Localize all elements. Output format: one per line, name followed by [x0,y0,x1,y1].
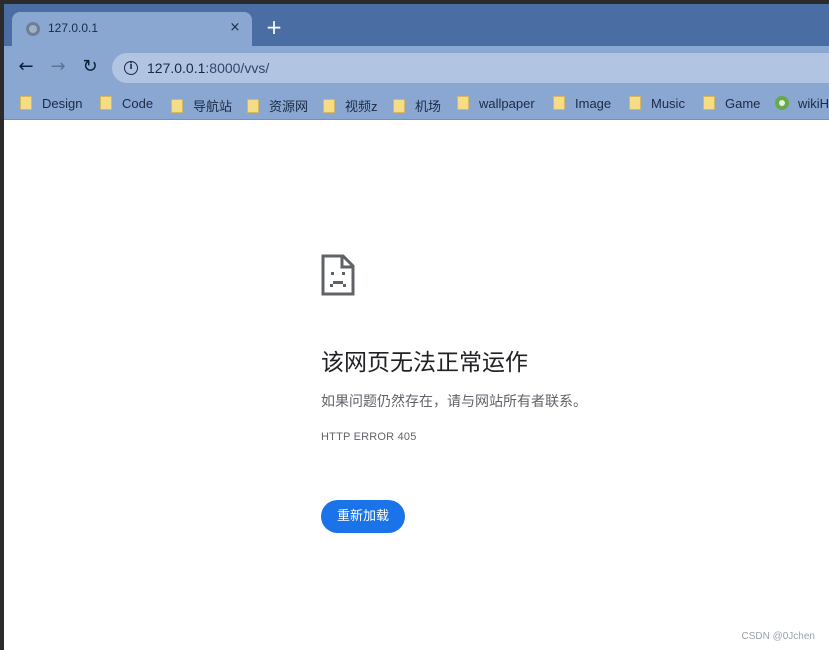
address-bar[interactable]: i 127.0.0.1:8000/vvs/ [112,53,829,83]
tab-active[interactable]: 127.0.0.1 × [12,12,252,46]
bookmark-label: Code [122,96,154,111]
reload-page-button[interactable]: 重新加载 [321,500,405,533]
back-button[interactable]: ← [14,55,38,79]
bookmark-label: wikiH [798,96,829,111]
error-code: HTTP ERROR 405 [321,431,417,443]
bookmark-video[interactable]: 视频z [323,96,378,114]
forward-button[interactable]: → [46,55,70,79]
error-description: 如果问题仍然存在，请与网站所有者联系。 [321,394,587,410]
bookmark-label: Image [575,96,612,111]
folder-icon [247,99,259,113]
bookmark-label: 资源网 [269,99,309,114]
watermark: CSDN @0Jchen [741,631,815,642]
url-text[interactable]: 127.0.0.1:8000/vvs/ [147,60,269,76]
folder-icon [703,96,715,110]
close-icon[interactable]: × [226,19,244,37]
bookmark-music[interactable]: Music [629,96,685,114]
sad-page-icon [321,254,355,296]
browser-window: 127.0.0.1 × + ← → ↻ i 127.0.0.1:8000/vvs… [4,4,829,650]
bookmark-label: Design [42,96,83,111]
bookmark-label: wallpaper [479,96,535,111]
error-page: 该网页无法正常运作 如果问题仍然存在，请与网站所有者联系。 HTTP ERROR… [4,121,829,650]
bookmark-image[interactable]: Image [553,96,611,114]
bookmark-design[interactable]: Design [20,96,82,114]
bookmark-code[interactable]: Code [100,96,153,114]
wikihow-icon [775,96,789,110]
folder-icon [323,99,335,113]
reload-button[interactable]: ↻ [78,55,102,79]
bookmark-wikihow[interactable]: wikiH [775,96,829,114]
toolbar: ← → ↻ i 127.0.0.1:8000/vvs/ [4,46,829,88]
bookmarks-bar: Design Code 导航站 资源网 视频z 机场 wallpaper Ima… [4,88,829,120]
folder-icon [171,99,183,113]
folder-icon [457,96,469,110]
new-tab-button[interactable]: + [264,17,284,37]
bookmark-wallpaper[interactable]: wallpaper [457,96,535,114]
tab-title: 127.0.0.1 [48,21,99,35]
error-title: 该网页无法正常运作 [321,350,528,376]
folder-icon [20,96,32,110]
folder-icon [553,96,565,110]
bookmark-label: Music [651,96,685,111]
bookmark-game[interactable]: Game [703,96,760,114]
tab-strip: 127.0.0.1 × + [4,4,829,46]
bookmark-label: 导航站 [193,99,233,114]
bookmark-label: 视频z [345,99,378,114]
bookmark-nav-sites[interactable]: 导航站 [171,96,232,114]
bookmark-resources[interactable]: 资源网 [247,96,308,114]
site-info-icon[interactable]: i [124,61,138,75]
folder-icon [100,96,112,110]
url-host: 127.0.0.1 [147,60,206,76]
url-path: :8000/vvs/ [205,60,270,76]
folder-icon [393,99,405,113]
bookmark-label: 机场 [415,99,442,114]
bookmark-label: Game [725,96,761,111]
globe-icon [26,22,40,36]
bookmark-airport[interactable]: 机场 [393,96,441,114]
folder-icon [629,96,641,110]
